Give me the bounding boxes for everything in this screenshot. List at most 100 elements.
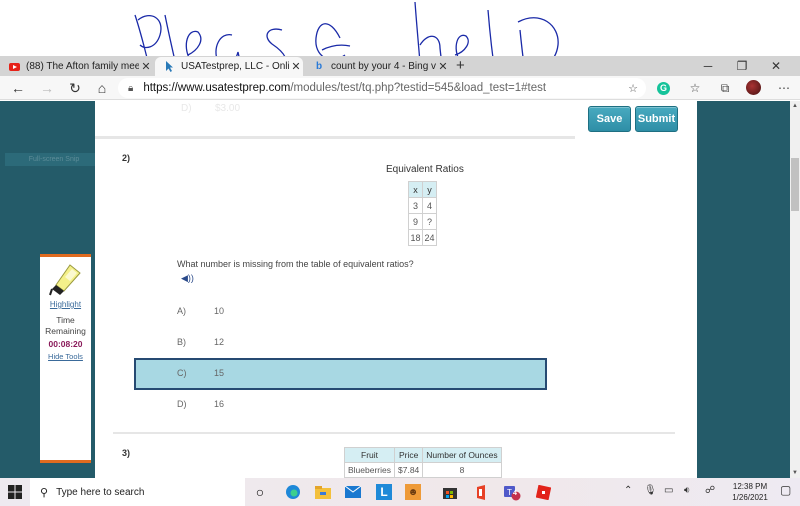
answer-choice-a[interactable]: A) 10 [134, 296, 547, 328]
battery-icon[interactable]: ▭ [664, 485, 673, 496]
tab-title: USATestprep, LLC - Online State [181, 61, 289, 72]
save-button[interactable]: Save [588, 106, 631, 132]
forward-button[interactable]: → [38, 79, 56, 97]
cell: 4 [422, 197, 437, 214]
scroll-down-arrow[interactable]: ▼ [790, 470, 800, 476]
windows-taskbar: ⚲ Type here to search ○ L ☻ T 4 ⌃ 🎙︎ ▭ 🔉… [0, 478, 800, 506]
collections-icon[interactable]: ⧉ [716, 79, 734, 97]
youtube-icon [8, 62, 20, 72]
equivalent-ratios-table: x y 3 4 9 ? 18 24 [408, 181, 437, 246]
bing-icon: b [315, 61, 323, 72]
cell: 3 [408, 197, 423, 214]
app-icon[interactable]: ☻ [405, 484, 421, 500]
close-tab-icon[interactable]: ✕ [139, 60, 153, 73]
refresh-button[interactable]: ↻ [66, 79, 84, 97]
previous-choice-letter: D) [181, 103, 192, 114]
time-remaining-value: 00:08:20 [48, 339, 83, 349]
table-header-row: Fruit Price Number of Ounces [344, 447, 502, 463]
grammarly-extension-icon[interactable]: G [657, 82, 670, 95]
answer-choice-b[interactable]: B) 12 [134, 327, 547, 359]
tab-bing[interactable]: b count by your 4 - Bing video ✕ [305, 57, 450, 76]
show-hidden-icons[interactable]: ⌃ [624, 485, 632, 496]
time-label-line-2: Remaining [45, 326, 86, 336]
cell: 18 [408, 229, 423, 246]
answer-choice-d[interactable]: D) 16 [134, 389, 547, 421]
table-row: Blueberries $7.84 8 [344, 462, 502, 478]
question-number: 3) [122, 448, 131, 458]
volume-icon[interactable]: 🔉︎ [684, 485, 690, 496]
choice-letter: A) [177, 306, 186, 316]
svg-text:T: T [507, 488, 512, 497]
full-screen-snip-label: Full-screen Snip [5, 153, 103, 166]
header-fruit: Fruit [344, 447, 395, 463]
tools-panel: Highlight Time Remaining 00:08:20 Hide T… [40, 254, 91, 463]
close-window-button[interactable]: ✕ [756, 56, 796, 76]
cell: 24 [422, 229, 437, 246]
more-menu-icon[interactable]: ⋯ [775, 79, 793, 97]
hide-tools-link[interactable]: Hide Tools [40, 352, 91, 361]
teams-badge: 4 [513, 490, 517, 497]
add-favorite-icon[interactable]: ☆ [628, 82, 638, 95]
roblox-icon[interactable] [534, 483, 552, 501]
network-icon[interactable]: ☍ [705, 485, 715, 496]
vertical-scrollbar[interactable]: ▲ ▼ [790, 101, 800, 478]
header-x: x [408, 181, 423, 198]
tab-title: count by your 4 - Bing video [331, 61, 436, 72]
speaker-icon[interactable]: ◀)) [181, 273, 194, 284]
back-button[interactable]: ← [9, 79, 27, 97]
question-number: 2) [122, 153, 131, 163]
file-explorer-icon[interactable] [314, 483, 332, 501]
tab-title: (88) The Afton family meets Willi [26, 61, 139, 72]
cell: 8 [422, 462, 502, 478]
new-tab-button[interactable]: + [456, 57, 465, 74]
teams-icon[interactable]: T 4 [503, 483, 521, 501]
table-row: 9 ? [408, 213, 437, 230]
table-title: Equivalent Ratios [386, 164, 464, 175]
cortana-icon[interactable]: ○ [251, 483, 269, 501]
choice-value: 10 [214, 306, 225, 316]
handwritten-annotation [0, 0, 800, 90]
scroll-up-arrow[interactable]: ▲ [790, 103, 800, 109]
table-row: 3 4 [408, 197, 437, 214]
notifications-icon[interactable]: ▢ [780, 483, 791, 497]
office-icon[interactable] [472, 483, 490, 501]
cell: $7.84 [393, 462, 424, 478]
highlight-link[interactable]: Highlight [40, 300, 91, 309]
system-clock[interactable]: 12:38 PM 1/26/2021 [724, 481, 776, 503]
edge-icon[interactable] [284, 483, 302, 501]
url-path: /modules/test/tq.php?testid=545&load_tes… [290, 82, 547, 94]
highlighter-icon[interactable] [48, 263, 84, 299]
profile-avatar[interactable] [746, 80, 761, 95]
choice-letter: D) [177, 399, 187, 409]
clock-date: 1/26/2021 [732, 493, 768, 502]
screen: (88) The Afton family meets Willi ✕ USAT… [0, 0, 800, 506]
scrollbar-thumb[interactable] [791, 158, 799, 211]
time-label-line-1: Time [56, 315, 75, 325]
answer-choice-c[interactable]: C) 15 [134, 358, 547, 390]
test-content: D) $3.00 Save Submit [95, 101, 697, 478]
windows-start-icon[interactable] [8, 485, 22, 499]
tab-youtube[interactable]: (88) The Afton family meets Willi ✕ [0, 57, 153, 76]
search-icon: ⚲ [40, 486, 49, 499]
clock-time: 12:38 PM [732, 482, 768, 491]
taskbar-search-box[interactable]: ⚲ Type here to search [30, 478, 245, 506]
l-app-icon[interactable]: L [376, 484, 392, 500]
submit-button[interactable]: Submit [635, 106, 678, 132]
favorites-icon[interactable]: ☆ [686, 79, 704, 97]
address-bar[interactable]: 🔒︎ https://www.usatestprep.com /modules/… [118, 78, 646, 98]
header-price: Price [393, 447, 424, 463]
close-tab-icon[interactable]: ✕ [289, 60, 303, 73]
table-row: 18 24 [408, 229, 437, 246]
home-button[interactable]: ⌂ [93, 79, 111, 97]
lock-icon: 🔒︎ [128, 82, 134, 94]
web-page: Full-screen Snip D) $3.00 Save Submit 2)… [0, 101, 790, 478]
mail-icon[interactable] [344, 483, 362, 501]
microphone-icon[interactable]: 🎙︎ [644, 485, 657, 496]
tab-usatestprep[interactable]: USATestprep, LLC - Online State ✕ [155, 57, 303, 76]
cursor-icon [163, 61, 175, 72]
cell: Blueberries [344, 462, 395, 478]
microsoft-store-icon[interactable] [441, 483, 459, 501]
close-tab-icon[interactable]: ✕ [436, 60, 450, 73]
previous-choice-value: $3.00 [215, 103, 241, 114]
url-domain: https://www.usatestprep.com [143, 82, 291, 94]
